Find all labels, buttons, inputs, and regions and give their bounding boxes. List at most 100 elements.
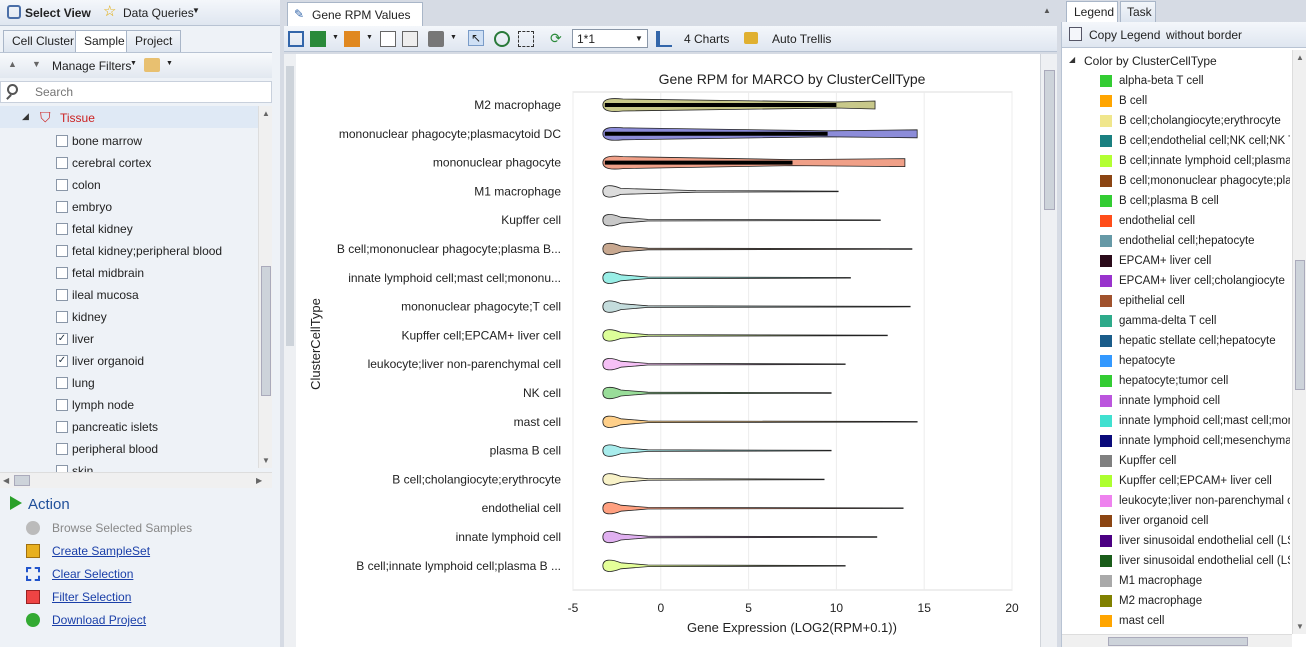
- copy-icon[interactable]: [380, 31, 396, 47]
- checkbox[interactable]: [56, 311, 68, 323]
- checkbox[interactable]: [56, 179, 68, 191]
- filter-options-icon[interactable]: [144, 58, 160, 72]
- legend-group[interactable]: ◢ Color by ClusterCellType: [1062, 52, 1292, 70]
- refresh-icon[interactable]: ⟳: [550, 31, 566, 47]
- scroll-up-arrow[interactable]: ▲: [1296, 53, 1304, 62]
- tissue-filter-item[interactable]: bone marrow: [56, 130, 142, 152]
- checkbox[interactable]: [56, 289, 68, 301]
- tissue-filter-item[interactable]: ✓ liver: [56, 328, 94, 350]
- tree-collapse-icon[interactable]: ◢: [1069, 55, 1075, 64]
- checkbox[interactable]: [56, 245, 68, 257]
- legend-item[interactable]: mast cell: [1100, 611, 1290, 631]
- tissue-filter-item[interactable]: pancreatic islets: [56, 416, 158, 438]
- tissue-filter-item[interactable]: kidney: [56, 306, 107, 328]
- tissue-filter-item[interactable]: lymph node: [56, 394, 134, 416]
- scroll-down-arrow[interactable]: ▼: [1296, 622, 1304, 631]
- create-sampleset-link[interactable]: Create SampleSet: [52, 544, 150, 558]
- zoom-icon[interactable]: [494, 31, 510, 47]
- auto-trellis-button[interactable]: Auto Trellis: [772, 32, 831, 46]
- image-export-icon[interactable]: [344, 31, 360, 47]
- legend-item[interactable]: B cell: [1100, 91, 1290, 111]
- checkbox[interactable]: ✓: [56, 355, 68, 367]
- scroll-thumb[interactable]: [286, 66, 294, 346]
- manage-filters-button[interactable]: Manage Filters: [52, 59, 131, 73]
- legend-item[interactable]: M1 macrophage: [1100, 571, 1290, 591]
- legend-item[interactable]: endothelial cell;hepatocyte: [1100, 231, 1290, 251]
- tissue-filter-item[interactable]: fetal midbrain: [56, 262, 144, 284]
- tissue-list-scrollbar[interactable]: ▲ ▼: [258, 106, 272, 468]
- tissue-filter-item[interactable]: ileal mucosa: [56, 284, 139, 306]
- tab-legend[interactable]: Legend: [1066, 1, 1118, 22]
- tissue-group-header[interactable]: ◢ ⛉ Tissue: [0, 106, 260, 128]
- legend-item[interactable]: innate lymphoid cell: [1100, 391, 1290, 411]
- checkbox[interactable]: ✓: [56, 333, 68, 345]
- pointer-icon[interactable]: ↖: [468, 30, 484, 46]
- chart-vscrollbar[interactable]: [1040, 54, 1057, 647]
- scroll-down-arrow[interactable]: ▼: [262, 456, 270, 465]
- expand-down-icon[interactable]: ▼: [32, 59, 41, 69]
- scroll-thumb[interactable]: [1044, 70, 1055, 210]
- checkbox[interactable]: [56, 201, 68, 213]
- legend-item[interactable]: Kupffer cell;EPCAM+ liver cell: [1100, 471, 1290, 491]
- legend-item[interactable]: gamma-delta T cell: [1100, 311, 1290, 331]
- layout-icon[interactable]: [656, 31, 672, 47]
- chevron-down-icon[interactable]: ▼: [366, 34, 373, 41]
- legend-item[interactable]: B cell;mononuclear phagocyte;plasma B ce…: [1100, 171, 1290, 191]
- browse-selected-samples-link[interactable]: Browse Selected Samples: [52, 521, 192, 535]
- excel-export-icon[interactable]: [310, 31, 326, 47]
- checkbox[interactable]: [56, 267, 68, 279]
- collapse-up-icon[interactable]: ▲: [8, 59, 17, 69]
- legend-item[interactable]: alpha-beta T cell: [1100, 71, 1290, 91]
- checkbox[interactable]: [56, 443, 68, 455]
- checkbox[interactable]: [56, 157, 68, 169]
- checkbox[interactable]: [56, 421, 68, 433]
- clear-selection-link[interactable]: Clear Selection: [52, 567, 133, 581]
- chart-area-left-scrollbar[interactable]: [284, 54, 296, 647]
- select-view-button[interactable]: Select View: [25, 6, 91, 20]
- scroll-right-arrow[interactable]: ▶: [256, 476, 262, 485]
- data-queries-button[interactable]: Data Queries: [123, 6, 194, 20]
- fit-icon[interactable]: [518, 31, 534, 47]
- tissue-filter-item[interactable]: cerebral cortex: [56, 152, 151, 174]
- checkbox[interactable]: [56, 377, 68, 389]
- tab-sample[interactable]: Sample: [75, 30, 134, 53]
- legend-item[interactable]: hepatocyte;tumor cell: [1100, 371, 1290, 391]
- legend-item[interactable]: EPCAM+ liver cell: [1100, 251, 1290, 271]
- scroll-up-arrow[interactable]: ▲: [262, 109, 270, 118]
- tissue-filter-item[interactable]: peripheral blood: [56, 438, 158, 460]
- chevron-down-icon[interactable]: ▼: [450, 34, 457, 41]
- without-border-option[interactable]: without border: [1166, 28, 1242, 42]
- tissue-filter-item[interactable]: lung: [56, 372, 95, 394]
- legend-item[interactable]: Kupffer cell: [1100, 451, 1290, 471]
- legend-item[interactable]: B cell;cholangiocyte;erythrocyte: [1100, 111, 1290, 131]
- scroll-up-arrow[interactable]: ▲: [1043, 6, 1051, 15]
- tissue-hscrollbar[interactable]: ◀ ▶: [0, 472, 272, 488]
- paste-icon[interactable]: [402, 31, 418, 47]
- legend-vscrollbar[interactable]: ▲ ▼: [1292, 50, 1306, 634]
- legend-item[interactable]: hepatic stellate cell;hepatocyte: [1100, 331, 1290, 351]
- tab-task[interactable]: Task: [1120, 1, 1156, 22]
- legend-item[interactable]: liver sinusoidal endothelial cell (LSEC): [1100, 531, 1290, 551]
- trellis-select[interactable]: 1*1 ▼: [572, 29, 648, 48]
- legend-hscrollbar[interactable]: [1062, 634, 1292, 647]
- charts-count-button[interactable]: 4 Charts: [684, 32, 729, 46]
- legend-item[interactable]: liver sinusoidal endothelial cell (LSEC): [1100, 551, 1290, 571]
- copy-legend-button[interactable]: Copy Legend: [1089, 28, 1160, 42]
- print-icon[interactable]: [428, 31, 444, 47]
- tab-gene-rpm-values[interactable]: ✎ Gene RPM Values: [287, 2, 423, 26]
- scroll-left-arrow[interactable]: ◀: [3, 476, 9, 485]
- tissue-filter-item[interactable]: fetal kidney: [56, 218, 133, 240]
- select-all-icon[interactable]: [288, 31, 304, 47]
- legend-item[interactable]: liver organoid cell: [1100, 511, 1290, 531]
- search-input[interactable]: [35, 84, 255, 100]
- download-project-link[interactable]: Download Project: [52, 613, 146, 627]
- tissue-filter-item[interactable]: ✓ liver organoid: [56, 350, 144, 372]
- scroll-thumb[interactable]: [1295, 260, 1305, 390]
- chevron-down-icon[interactable]: ▼: [332, 34, 339, 41]
- tab-cell-cluster[interactable]: Cell Cluster: [3, 30, 84, 52]
- legend-item[interactable]: B cell;plasma B cell: [1100, 191, 1290, 211]
- legend-item[interactable]: leukocyte;liver non-parenchymal cell: [1100, 491, 1290, 511]
- scroll-thumb[interactable]: [1108, 637, 1248, 646]
- legend-item[interactable]: M2 macrophage: [1100, 591, 1290, 611]
- tissue-filter-item[interactable]: fetal kidney;peripheral blood: [56, 240, 222, 262]
